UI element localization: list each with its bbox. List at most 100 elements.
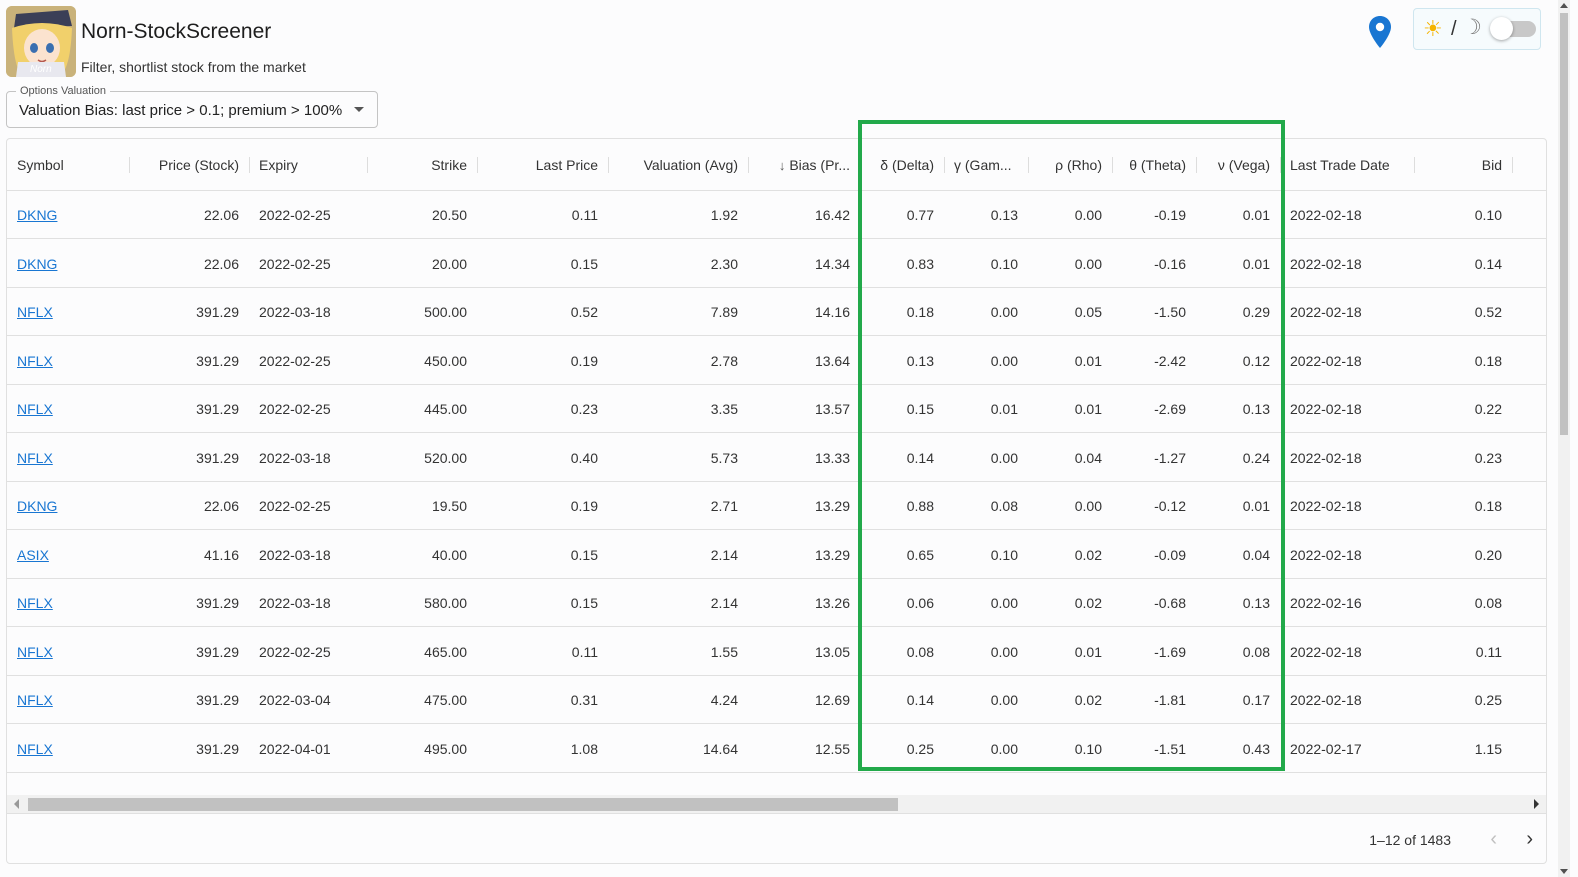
column-header-expiry[interactable]: Expiry (249, 139, 367, 191)
cell-delta: 0.83 (906, 255, 934, 272)
scroll-up-arrow-icon[interactable] (1560, 3, 1568, 8)
location-pin-icon[interactable] (1368, 15, 1392, 49)
cell-bias: 14.34 (814, 255, 850, 272)
symbol-link[interactable]: NFLX (17, 450, 53, 466)
vertical-scroll-thumb[interactable] (1560, 13, 1568, 435)
pagination-range: 1–12 of 1483 (1369, 832, 1451, 848)
column-header-symbol[interactable]: Symbol (7, 139, 129, 191)
column-header-rho[interactable]: ρ (Rho) (1028, 139, 1112, 191)
symbol-link[interactable]: NFLX (17, 401, 53, 417)
cell-rho: 0.01 (1074, 352, 1102, 369)
cell-last-trade-date: 2022-02-17 (1290, 740, 1362, 757)
cell-rho: 0.02 (1074, 595, 1102, 611)
column-header-bias[interactable]: ↓ Bias (Pr... (748, 139, 860, 191)
table-row[interactable]: NFLX 391.29 2022-02-25 445.00 0.23 3.35 13.57 0… (7, 385, 1546, 433)
column-header-strike[interactable]: Strike (367, 139, 477, 191)
cell-rho: 0.02 (1074, 692, 1102, 708)
column-separator[interactable] (1512, 157, 1513, 173)
cell-vega: 0.17 (1242, 692, 1270, 708)
options-valuation-value: Valuation Bias: last price > 0.1; premiu… (19, 102, 343, 119)
column-header-last-trade-date[interactable]: Last Trade Date (1280, 139, 1414, 191)
theme-slash: / (1451, 18, 1457, 40)
dark-mode-toggle-thumb[interactable] (1490, 17, 1513, 40)
cell-symbol: NFLX (7, 434, 129, 482)
scroll-left-arrow-icon[interactable] (14, 799, 19, 809)
column-header-label: Strike (431, 157, 467, 173)
cell-last-trade-date: 2022-02-18 (1290, 255, 1362, 272)
cell-gamma: 0.00 (990, 304, 1018, 320)
table-row[interactable]: NFLX 391.29 2022-02-25 465.00 0.11 1.55 13.05 0… (7, 628, 1546, 676)
cell-vega: 0.04 (1242, 546, 1270, 563)
cell-price-stock: 391.29 (196, 449, 239, 466)
table-row[interactable]: NFLX 391.29 2022-03-18 580.00 0.15 2.14 13.26 0… (7, 579, 1546, 627)
scroll-right-arrow-icon[interactable] (1534, 799, 1539, 809)
caret-down-icon[interactable] (354, 107, 364, 112)
cell-theta: -0.09 (1154, 546, 1186, 563)
cell-last-price: 0.40 (570, 449, 598, 466)
cell-bid: 0.22 (1474, 401, 1502, 417)
cell-rho: 0.01 (1074, 643, 1102, 660)
horizontal-scroll-thumb[interactable] (28, 798, 898, 811)
symbol-link[interactable]: NFLX (17, 353, 53, 369)
column-header-gamma[interactable]: γ (Gam... (944, 139, 1028, 191)
cell-symbol: NFLX (7, 725, 129, 773)
column-header-theta[interactable]: θ (Theta) (1112, 139, 1196, 191)
table-row[interactable]: NFLX 391.29 2022-04-01 495.00 1.08 14.64 12.55… (7, 725, 1546, 773)
cell-bias: 13.29 (814, 498, 850, 514)
table-row[interactable]: DKNG 22.06 2022-02-25 19.50 0.19 2.71 13.29 0.8… (7, 482, 1546, 530)
page-vertical-scrollbar[interactable] (1558, 0, 1570, 877)
table-row[interactable]: NFLX 391.29 2022-03-18 520.00 0.40 5.73 13.33 0… (7, 434, 1546, 482)
cell-last-price: 0.19 (570, 498, 598, 514)
cell-valuation-avg: 5.73 (710, 449, 738, 466)
cell-bid: 0.52 (1474, 304, 1502, 320)
table-row[interactable]: NFLX 391.29 2022-02-25 450.00 0.19 2.78 13.64 0… (7, 337, 1546, 385)
horizontal-scrollbar[interactable] (7, 795, 1546, 813)
symbol-link[interactable]: NFLX (17, 595, 53, 611)
column-header-bid[interactable]: Bid (1414, 139, 1512, 191)
column-header-label: Valuation (Avg) (643, 157, 738, 173)
cell-gamma: 0.00 (990, 692, 1018, 708)
cell-last-trade-date: 2022-02-18 (1290, 498, 1362, 514)
table-row[interactable]: DKNG 22.06 2022-02-25 20.50 0.11 1.92 16.42 0.7… (7, 191, 1546, 239)
column-header-valuation-avg[interactable]: Valuation (Avg) (608, 139, 748, 191)
next-page-button[interactable]: › (1526, 827, 1533, 851)
cell-last-price: 0.11 (571, 207, 598, 223)
cell-theta: -0.16 (1154, 255, 1186, 272)
table-row[interactable]: DKNG 22.06 2022-02-25 20.00 0.15 2.30 14.34 0.8… (7, 240, 1546, 288)
scroll-down-arrow-icon[interactable] (1560, 869, 1568, 874)
symbol-link[interactable]: DKNG (17, 256, 57, 272)
prev-page-button[interactable]: ‹ (1490, 827, 1497, 851)
options-valuation-select[interactable]: Options Valuation Valuation Bias: last p… (6, 85, 378, 128)
symbol-link[interactable]: NFLX (17, 741, 53, 757)
cell-rho: 0.00 (1074, 207, 1102, 223)
table-row[interactable]: NFLX 391.29 2022-03-04 475.00 0.31 4.24 12.69 0… (7, 676, 1546, 724)
symbol-link[interactable]: NFLX (17, 304, 53, 320)
symbol-link[interactable]: ASIX (17, 547, 49, 563)
sort-descending-icon[interactable]: ↓ (779, 140, 786, 191)
column-header-price-stock[interactable]: Price (Stock) (129, 139, 249, 191)
cell-expiry: 2022-03-18 (259, 304, 331, 320)
symbol-link[interactable]: DKNG (17, 207, 57, 223)
app-logo-avatar: Norn (6, 6, 76, 77)
cell-delta: 0.08 (906, 643, 934, 660)
cell-delta: 0.13 (906, 352, 934, 369)
avatar-text: Norn (30, 64, 52, 75)
cell-last-price: 0.19 (570, 352, 598, 369)
cell-last-trade-date: 2022-02-18 (1290, 643, 1362, 660)
cell-valuation-avg: 2.14 (710, 546, 738, 563)
cell-rho: 0.00 (1074, 498, 1102, 514)
column-header-delta[interactable]: δ (Delta) (860, 139, 944, 191)
cell-symbol: NFLX (7, 628, 129, 676)
cell-theta: -0.19 (1154, 207, 1186, 223)
table-row[interactable]: NFLX 391.29 2022-03-18 500.00 0.52 7.89 14.16 0… (7, 288, 1546, 336)
cell-gamma: 0.01 (990, 401, 1018, 417)
column-header-label: Last Price (535, 157, 598, 173)
column-header-vega[interactable]: ν (Vega) (1196, 139, 1280, 191)
cell-valuation-avg: 1.55 (710, 643, 738, 660)
symbol-link[interactable]: NFLX (17, 692, 53, 708)
column-header-last-price[interactable]: Last Price (477, 139, 608, 191)
table-row[interactable]: ASIX 41.16 2022-03-18 40.00 0.15 2.14 13.29 0.6… (7, 531, 1546, 579)
symbol-link[interactable]: NFLX (17, 644, 53, 660)
cell-last-price: 0.15 (570, 546, 598, 563)
symbol-link[interactable]: DKNG (17, 498, 57, 514)
